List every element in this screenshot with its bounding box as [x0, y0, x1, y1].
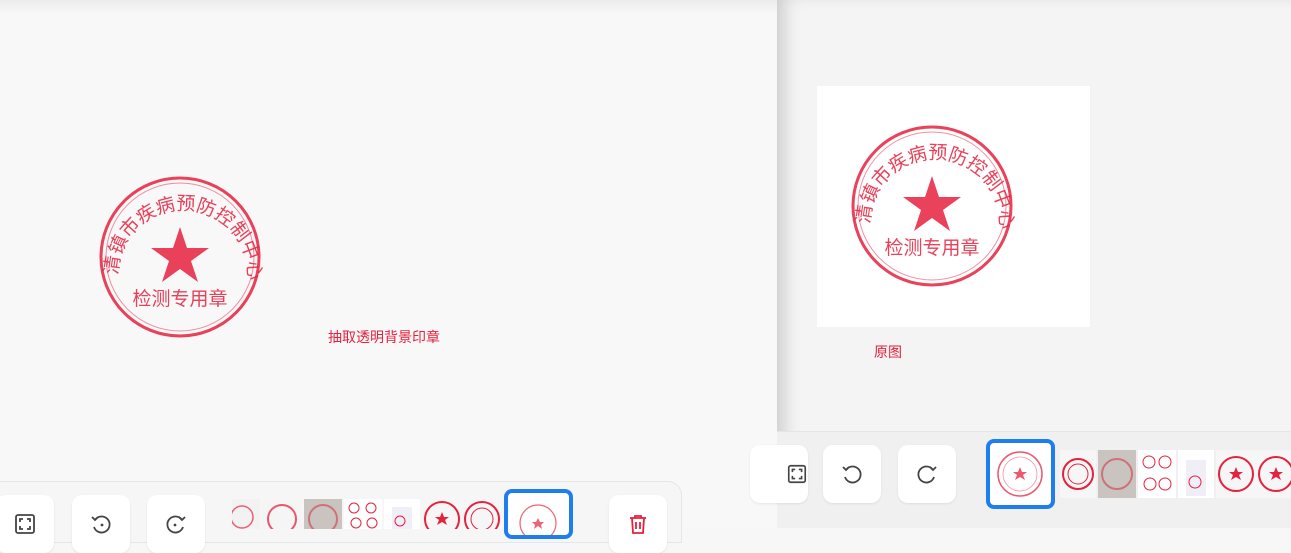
seal-bottom-text: 检测专用章	[884, 237, 979, 259]
thumbnail-item[interactable]	[262, 499, 302, 529]
extracted-seal-image: 清镇市疾病预防控制中心 检测专用章	[99, 176, 264, 338]
thumbnail-item[interactable]	[1098, 450, 1136, 498]
rotate-right-icon	[166, 515, 186, 534]
top-shadow	[0, 0, 777, 14]
rotate-left-icon	[91, 515, 111, 534]
rotate-left-icon	[842, 465, 862, 484]
star-icon	[903, 176, 961, 231]
thumbnail-item[interactable]	[304, 499, 342, 529]
rotate-right-icon	[917, 465, 937, 484]
thumbnail-item[interactable]	[462, 499, 502, 529]
star-icon	[151, 227, 209, 282]
rotate-left-button[interactable]	[823, 445, 881, 503]
rotate-right-button[interactable]	[898, 445, 956, 503]
original-caption: 原图	[874, 345, 902, 361]
delete-button[interactable]	[609, 495, 667, 553]
fullscreen-button[interactable]	[0, 495, 54, 553]
thumbnail-item-selected[interactable]	[986, 439, 1055, 509]
thumbnail-item[interactable]	[344, 499, 382, 529]
thumbnail-item[interactable]	[232, 499, 260, 529]
seal-bottom-text: 检测专用章	[132, 288, 227, 310]
trash-icon	[630, 515, 646, 534]
thumbnail-item[interactable]	[1060, 450, 1096, 498]
thumbnail-item[interactable]	[422, 499, 462, 529]
fullscreen-icon	[787, 464, 807, 484]
thumbnail-item[interactable]	[1138, 450, 1176, 498]
rotate-right-button[interactable]	[147, 495, 205, 553]
thumbnail-item-selected[interactable]	[504, 489, 573, 542]
fullscreen-button[interactable]	[750, 445, 808, 503]
extracted-caption: 抽取透明背景印章	[328, 330, 440, 346]
fullscreen-icon	[15, 514, 35, 534]
rotate-left-button[interactable]	[72, 495, 130, 553]
thumbnail-item[interactable]	[1178, 450, 1214, 498]
original-seal-image: 清镇市疾病预防控制中心 检测专用章	[851, 125, 1016, 287]
thumbnail-item[interactable]	[1256, 450, 1291, 498]
thumbnail-item[interactable]	[384, 499, 420, 529]
thumbnail-item[interactable]	[1216, 450, 1256, 498]
